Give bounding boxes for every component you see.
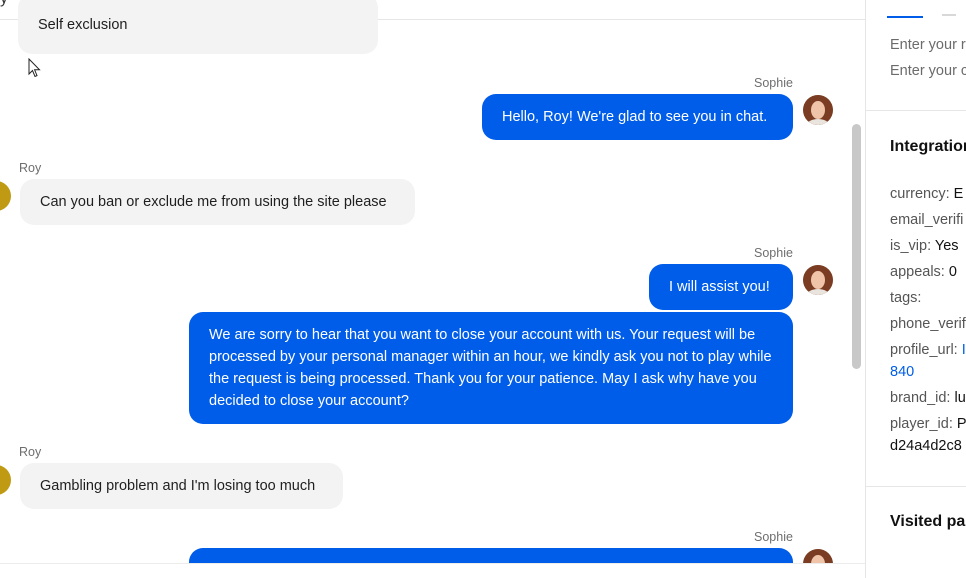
- profile-url-link[interactable]: I: [962, 342, 966, 358]
- integration-row-profile-url: profile_url: I: [890, 342, 966, 358]
- integration-row-email-verified: email_verifi: [890, 212, 963, 228]
- tab-indicator[interactable]: [942, 14, 956, 16]
- visited-pages-section-title[interactable]: Visited pa: [890, 513, 965, 531]
- message-text: We are sorry to hear that you want to cl…: [209, 327, 772, 409]
- integration-row-brand-id: brand_id: lu: [890, 390, 966, 406]
- integration-row-currency: currency: E: [890, 186, 963, 202]
- field-key: email_verifi: [890, 212, 964, 228]
- field-key: appeals:: [890, 264, 945, 280]
- section-divider: [866, 110, 966, 111]
- profile-url-link[interactable]: 840: [890, 364, 914, 380]
- integration-row-is-vip: is_vip: Yes: [890, 238, 959, 254]
- operator-avatar: [803, 265, 833, 295]
- integration-row-tags: tags:: [890, 290, 921, 306]
- message-text: Hello, Roy! We're glad to see you in cha…: [502, 109, 768, 125]
- sender-name: Roy: [19, 445, 42, 459]
- integration-row-phone-verified: phone_verif: [890, 316, 966, 332]
- field-key: brand_id:: [890, 390, 951, 406]
- field-key: profile_url:: [890, 342, 958, 358]
- message-text: I will assist you!: [669, 279, 770, 295]
- field-key: phone_verif: [890, 316, 966, 332]
- profile-url-continuation[interactable]: 840: [890, 364, 914, 380]
- field-value: P: [956, 416, 966, 432]
- field-value: E: [953, 186, 964, 202]
- field-key: is_vip:: [890, 238, 932, 254]
- note-input[interactable]: Enter your c: [890, 63, 966, 79]
- field-value: d24a4d2c8: [890, 438, 962, 454]
- user-avatar: [0, 465, 11, 495]
- message-incoming: Gambling problem and I'm losing too much: [20, 463, 343, 509]
- field-key: currency:: [890, 186, 950, 202]
- field-value: Yes: [934, 238, 959, 254]
- message-outgoing: We are sorry to hear that you want to cl…: [189, 312, 793, 424]
- message-incoming: Can you ban or exclude me from using the…: [20, 179, 415, 225]
- message-incoming: Self exclusion: [18, 0, 378, 54]
- field-value: 0: [948, 264, 957, 280]
- user-avatar: [0, 181, 11, 211]
- message-text: Gambling problem and I'm losing too much: [40, 478, 316, 494]
- message-text: Self exclusion: [38, 17, 128, 33]
- integration-row-appeals: appeals: 0: [890, 264, 957, 280]
- chat-app: y Self exclusion Sophie Hello, Roy! We'r…: [0, 0, 966, 578]
- mouse-pointer-icon: [28, 58, 41, 78]
- player-id-continuation: d24a4d2c8: [890, 438, 962, 454]
- chat-scrollbar[interactable]: [852, 124, 861, 369]
- sender-name: Roy: [19, 161, 42, 175]
- field-key: tags:: [890, 290, 922, 306]
- truncated-glyph: y: [0, 0, 8, 8]
- name-input[interactable]: Enter your r: [890, 37, 966, 53]
- sender-name: Sophie: [754, 76, 793, 90]
- message-outgoing: I will assist you!: [649, 264, 793, 310]
- message-text: Can you ban or exclude me from using the…: [40, 194, 387, 210]
- sender-name: Sophie: [754, 246, 793, 260]
- tab-active-indicator[interactable]: [887, 16, 923, 18]
- integration-section-title[interactable]: Integration: [890, 138, 966, 156]
- message-outgoing: Hello, Roy! We're glad to see you in cha…: [482, 94, 793, 140]
- visitor-info-panel: Enter your r Enter your c Integration cu…: [865, 0, 966, 578]
- operator-avatar: [803, 95, 833, 125]
- field-key: player_id:: [890, 416, 953, 432]
- composer-area[interactable]: [0, 563, 866, 578]
- section-divider: [866, 486, 966, 487]
- integration-row-player-id: player_id: P: [890, 416, 966, 432]
- field-value: lu: [954, 390, 966, 406]
- sender-name: Sophie: [754, 530, 793, 544]
- chat-pane[interactable]: y Self exclusion Sophie Hello, Roy! We'r…: [0, 0, 866, 578]
